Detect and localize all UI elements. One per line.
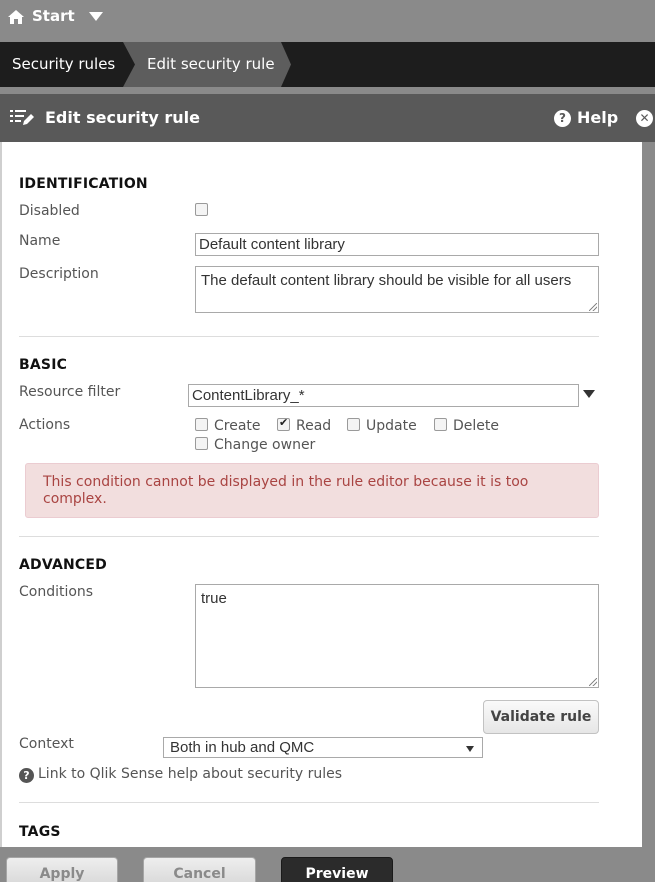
chevron-down-icon[interactable] [89, 12, 103, 21]
action-read-checkbox[interactable] [277, 416, 290, 431]
action-read-label[interactable]: Read [296, 418, 331, 434]
panel-header: Edit security rule ? Help ✕ [0, 94, 655, 142]
action-delete-label[interactable]: Delete [453, 418, 499, 434]
action-bar: Apply Cancel Preview [0, 847, 655, 882]
resize-grip-icon[interactable] [589, 303, 597, 311]
edit-list-icon [10, 110, 34, 125]
breadcrumb-edit-security-rule[interactable]: Edit security rule [123, 42, 293, 87]
disabled-checkbox[interactable] [195, 203, 208, 216]
action-create-checkbox[interactable] [195, 418, 208, 431]
condition-alert: This condition cannot be displayed in th… [25, 463, 599, 518]
action-delete-checkbox[interactable] [434, 418, 447, 431]
start-menu-label[interactable]: Start [32, 7, 75, 25]
action-change-owner-label[interactable]: Change owner [214, 437, 315, 453]
resource-filter-dropdown-icon[interactable] [583, 390, 595, 398]
apply-button[interactable]: Apply [6, 857, 118, 882]
section-title-tags: TAGS [19, 824, 61, 840]
help-label: Help [577, 108, 619, 127]
section-title-advanced: ADVANCED [19, 557, 107, 573]
conditions-textarea[interactable]: true [195, 584, 599, 688]
context-select[interactable]: Both in hub and QMC [163, 737, 483, 758]
section-divider [19, 336, 599, 337]
chevron-down-icon [466, 746, 474, 752]
close-icon[interactable]: ✕ [636, 110, 653, 127]
section-divider [19, 536, 599, 537]
section-title-basic: BASIC [19, 357, 68, 373]
panel-border [0, 142, 2, 847]
cancel-button[interactable]: Cancel [143, 857, 256, 882]
validate-rule-button[interactable]: Validate rule [483, 700, 599, 734]
help-icon: ? [19, 768, 34, 783]
breadcrumb: Security rules Edit security rule [0, 42, 655, 87]
top-bar: Start [0, 0, 655, 42]
resize-grip-icon[interactable] [589, 678, 597, 686]
alert-message: This condition cannot be displayed in th… [43, 474, 529, 507]
actions-label: Actions [19, 417, 71, 433]
home-icon[interactable] [7, 9, 25, 25]
conditions-text: true [201, 590, 227, 607]
description-textarea[interactable]: The default content library should be vi… [195, 266, 599, 313]
preview-button[interactable]: Preview [281, 857, 393, 882]
conditions-label: Conditions [19, 584, 94, 600]
page-title: Edit security rule [45, 108, 200, 127]
help-icon: ? [554, 110, 571, 127]
breadcrumb-security-rules[interactable]: Security rules [0, 42, 135, 87]
action-create-label[interactable]: Create [214, 418, 261, 434]
name-label: Name [19, 233, 61, 249]
breadcrumb-label: Edit security rule [147, 55, 275, 73]
description-text: The default content library should be vi… [201, 272, 572, 289]
context-label: Context [19, 736, 74, 752]
section-title-identification: IDENTIFICATION [19, 176, 148, 192]
resource-filter-label: Resource filter [19, 384, 121, 400]
resource-filter-input[interactable]: ContentLibrary_* [188, 384, 579, 407]
help-link[interactable]: Link to Qlik Sense help about security r… [38, 766, 342, 782]
breadcrumb-label: Security rules [12, 55, 116, 73]
header-gap [0, 87, 655, 94]
description-label: Description [19, 266, 99, 282]
section-divider [19, 802, 599, 803]
action-update-label[interactable]: Update [366, 418, 417, 434]
action-update-checkbox[interactable] [347, 418, 360, 431]
action-change-owner-checkbox[interactable] [195, 437, 208, 450]
name-input[interactable]: Default content library [195, 233, 599, 256]
disabled-label: Disabled [19, 203, 80, 219]
panel-scroll-edge [642, 142, 655, 847]
context-selected-value: Both in hub and QMC [170, 739, 315, 756]
